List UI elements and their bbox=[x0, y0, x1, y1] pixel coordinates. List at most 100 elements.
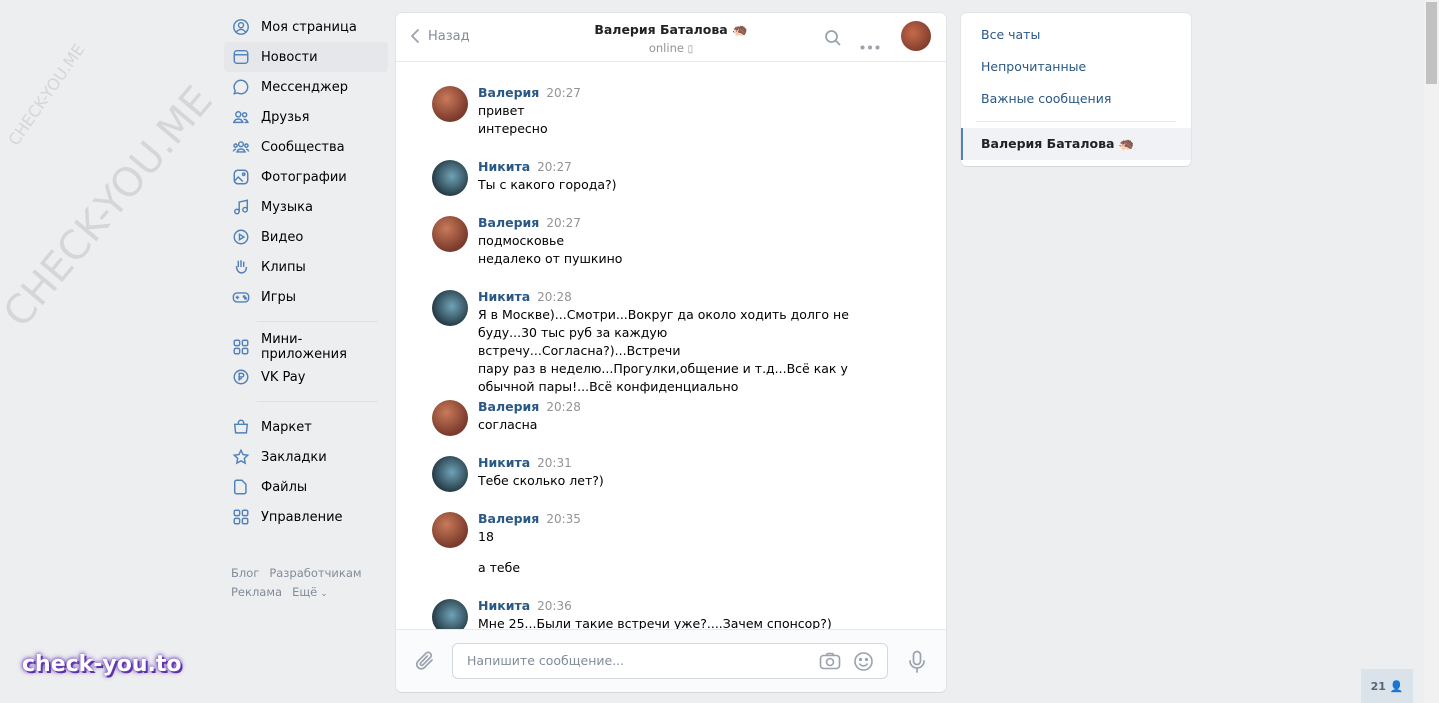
filter-unread[interactable]: Непрочитанные bbox=[981, 59, 1086, 74]
nav-item-communities[interactable]: Сообщества bbox=[224, 132, 388, 162]
nav-item-games[interactable]: Игры bbox=[224, 282, 388, 312]
market-icon bbox=[232, 418, 250, 436]
nav-item-bookmarks[interactable]: Закладки bbox=[224, 442, 388, 472]
user-circle-icon bbox=[232, 18, 250, 36]
active-chat-label: Валерия Баталова 🦔 bbox=[981, 136, 1135, 151]
message-group: Валерия 20:35 18 а тебе bbox=[432, 510, 872, 577]
nav-divider bbox=[257, 321, 378, 322]
message-author[interactable]: Валерия bbox=[478, 215, 539, 230]
message-text: недалеко от пушкино bbox=[478, 251, 623, 266]
footer-link-developers[interactable]: Разработчикам bbox=[269, 566, 361, 580]
chat-filter-panel: Все чаты Непрочитанные Важные сообщения … bbox=[961, 13, 1191, 166]
watermark-bottom: check-you.to bbox=[22, 652, 182, 677]
manage-icon bbox=[232, 508, 250, 526]
nav-item-label: Клипы bbox=[261, 259, 306, 275]
nav-item-label: Видео bbox=[261, 229, 304, 245]
avatar[interactable] bbox=[432, 599, 468, 629]
message-time: 20:28 bbox=[546, 400, 581, 414]
message-icon bbox=[232, 78, 250, 96]
chat-panel: Назад Валерия Баталова 🦔 online ▯ Валери… bbox=[396, 13, 946, 692]
nav-divider bbox=[257, 401, 378, 402]
message-group: Валерия 20:27 привет интересно bbox=[432, 84, 872, 138]
message-list: Валерия 20:27 привет интересно Никита 20:2… bbox=[396, 62, 946, 629]
page-scrollbar[interactable] bbox=[1424, 0, 1439, 703]
nav-item-clips[interactable]: Клипы bbox=[224, 252, 388, 282]
friends-icon bbox=[232, 108, 250, 126]
mobile-icon: ▯ bbox=[687, 44, 694, 55]
message-group: Никита 20:28 Я в Москве)...Смотри...Вокру… bbox=[432, 288, 872, 396]
avatar[interactable] bbox=[432, 290, 468, 326]
nav-item-label: Файлы bbox=[261, 479, 308, 495]
nav-item-market[interactable]: Маркет bbox=[224, 412, 388, 442]
message-time: 20:31 bbox=[537, 456, 572, 470]
star-icon bbox=[232, 448, 250, 466]
nav-item-photos[interactable]: Фотографии bbox=[224, 162, 388, 192]
nav-item-label: Сообщества bbox=[261, 139, 345, 155]
message-text: пару раз в неделю...Прогулки,общение и т… bbox=[478, 361, 848, 376]
filter-all-chats[interactable]: Все чаты bbox=[981, 27, 1040, 42]
nav-item-label: Музыка bbox=[261, 199, 313, 215]
message-input[interactable] bbox=[465, 652, 799, 669]
footer-link-ads[interactable]: Реклама bbox=[231, 585, 282, 599]
search-button[interactable] bbox=[824, 29, 842, 51]
message-author[interactable]: Никита bbox=[478, 598, 530, 613]
nav-item-news[interactable]: Новости bbox=[224, 42, 388, 72]
clips-icon bbox=[232, 258, 250, 276]
footer-link-blog[interactable]: Блог bbox=[231, 566, 259, 580]
nav-item-video[interactable]: Видео bbox=[224, 222, 388, 252]
search-icon bbox=[825, 30, 841, 46]
online-count-value: 21 bbox=[1370, 679, 1386, 693]
nav-item-music[interactable]: Музыка bbox=[224, 192, 388, 222]
footer-link-more[interactable]: Ещё ⌄ bbox=[292, 585, 338, 599]
message-time: 20:27 bbox=[546, 86, 581, 100]
emoji-button[interactable] bbox=[853, 651, 874, 676]
scroll-thumb[interactable] bbox=[1426, 2, 1437, 84]
message-author[interactable]: Никита bbox=[478, 159, 530, 174]
user-icon: 👤 bbox=[1389, 679, 1404, 693]
message-text: привет bbox=[478, 103, 525, 118]
file-icon bbox=[232, 478, 250, 496]
message-author[interactable]: Валерия bbox=[478, 511, 539, 526]
nav-item-manage[interactable]: Управление bbox=[224, 502, 388, 532]
message-author[interactable]: Валерия bbox=[478, 85, 539, 100]
communities-icon bbox=[232, 138, 250, 156]
nav-item-label: VK Pay bbox=[261, 369, 306, 385]
nav-item-label: Игры bbox=[261, 289, 297, 305]
chevron-down-icon: ⌄ bbox=[320, 589, 328, 599]
attach-button[interactable] bbox=[414, 650, 436, 676]
message-group: Валерия 20:28 согласна bbox=[432, 398, 872, 436]
nav-item-messenger[interactable]: Мессенджер bbox=[224, 72, 388, 102]
message-group: Никита 20:31 Тебе сколько лет?) bbox=[432, 454, 872, 492]
nav-item-files[interactable]: Файлы bbox=[224, 472, 388, 502]
avatar[interactable] bbox=[432, 86, 468, 122]
nav-item-label: Фотографии bbox=[261, 169, 347, 185]
message-author[interactable]: Валерия bbox=[478, 399, 539, 414]
voice-button[interactable] bbox=[908, 650, 926, 678]
more-button[interactable] bbox=[860, 35, 880, 54]
message-text: 18 bbox=[478, 529, 494, 544]
message-time: 20:27 bbox=[546, 216, 581, 230]
avatar[interactable] bbox=[432, 160, 468, 196]
message-author[interactable]: Никита bbox=[478, 455, 530, 470]
filter-important[interactable]: Важные сообщения bbox=[981, 91, 1111, 106]
active-chat-item[interactable]: Валерия Баталова 🦔 bbox=[961, 128, 1191, 160]
message-author[interactable]: Никита bbox=[478, 289, 530, 304]
nav-item-vkpay[interactable]: VK Pay bbox=[224, 362, 388, 392]
nav-item-friends[interactable]: Друзья bbox=[224, 102, 388, 132]
avatar[interactable] bbox=[432, 216, 468, 252]
online-friends-counter[interactable]: 21 👤 bbox=[1361, 669, 1413, 703]
message-text: а тебе bbox=[478, 560, 521, 575]
avatar[interactable] bbox=[432, 512, 468, 548]
message-text: буду...30 тыс руб за каждую встречу...Со… bbox=[478, 325, 681, 358]
peer-avatar[interactable] bbox=[901, 21, 931, 51]
message-text: Я в Москве)...Смотри...Вокруг да около х… bbox=[478, 307, 849, 322]
chat-header: Назад Валерия Баталова 🦔 online ▯ bbox=[396, 13, 946, 62]
avatar[interactable] bbox=[432, 400, 468, 436]
camera-button[interactable] bbox=[819, 652, 841, 674]
nav-item-my-page[interactable]: Моя страница bbox=[224, 12, 388, 42]
filter-divider bbox=[976, 121, 1176, 122]
avatar[interactable] bbox=[432, 456, 468, 492]
message-input-box bbox=[452, 643, 888, 679]
nav-item-mini-apps[interactable]: Мини-приложения bbox=[224, 332, 388, 362]
message-text: интересно bbox=[478, 121, 548, 136]
